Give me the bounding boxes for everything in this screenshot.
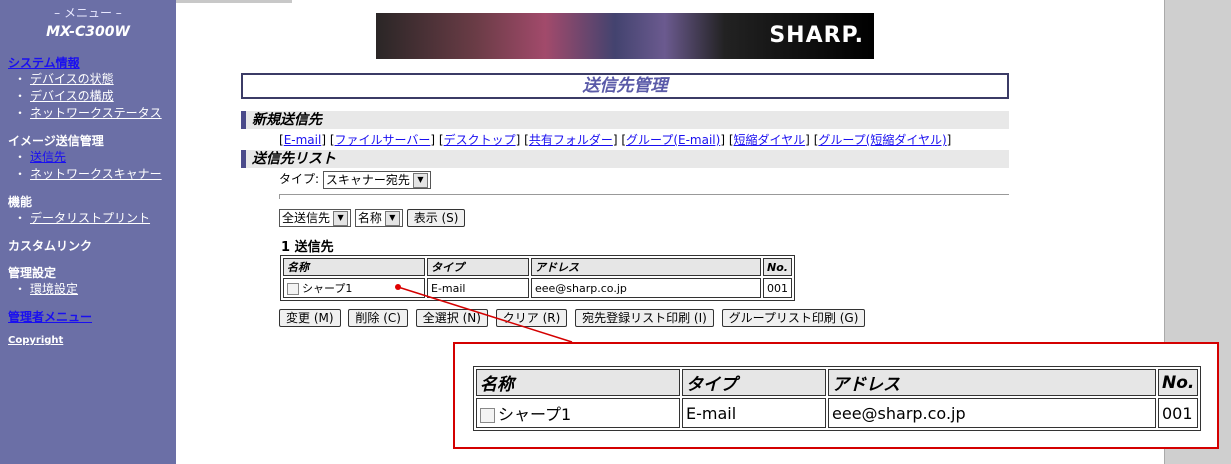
callout-line bbox=[397, 286, 573, 343]
zoom-column-header-type: タイプ bbox=[682, 369, 826, 396]
zoom-row-type: E-mail bbox=[682, 398, 826, 428]
zoom-column-header-address: アドレス bbox=[828, 369, 1156, 396]
callout-pointer-dot bbox=[395, 284, 401, 290]
zoom-row-address: eee@sharp.co.jp bbox=[828, 398, 1156, 428]
zoomed-destination-table: 名称 タイプ アドレス No. シャープ1 E-mail eee@sharp.c… bbox=[473, 366, 1202, 431]
table-row: シャープ1 E-mail eee@sharp.co.jp 001 bbox=[476, 398, 1199, 428]
zoom-table-header-row: 名称 タイプ アドレス No. bbox=[476, 369, 1199, 396]
zoom-row-name: シャープ1 bbox=[498, 405, 572, 424]
zoom-callout: 名称 タイプ アドレス No. シャープ1 E-mail eee@sharp.c… bbox=[453, 342, 1219, 449]
zoom-row-no: 001 bbox=[1158, 398, 1199, 428]
zoom-column-header-name: 名称 bbox=[476, 369, 680, 396]
zoom-row-checkbox bbox=[480, 408, 495, 423]
zoom-column-header-no: No. bbox=[1158, 369, 1199, 396]
